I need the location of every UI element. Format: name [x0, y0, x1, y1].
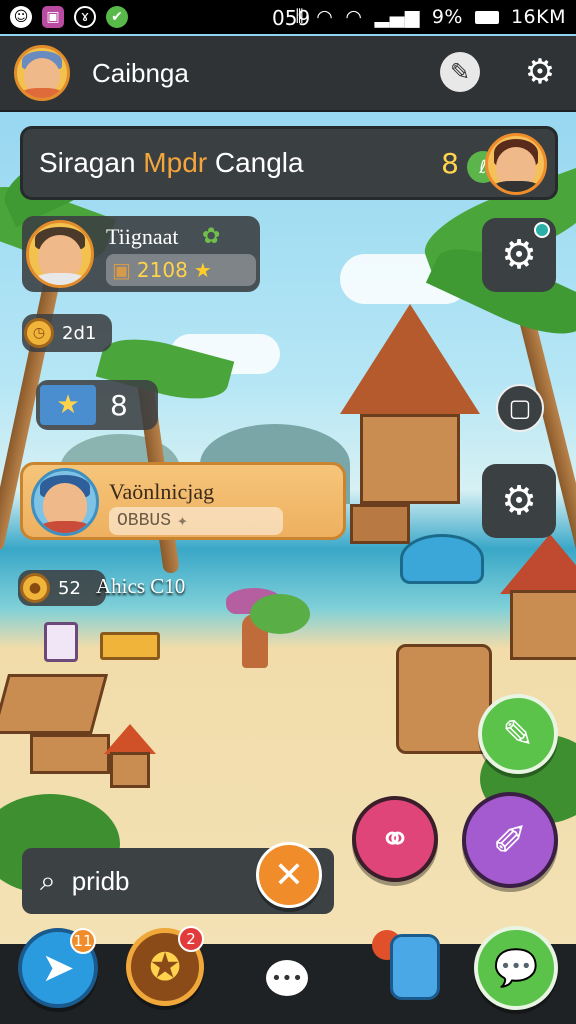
close-icon: ✕ [273, 854, 305, 896]
quest-giver-avatar[interactable] [485, 133, 547, 195]
friend-avatar [31, 468, 99, 536]
notification-dot [534, 222, 550, 238]
hut-roof [340, 304, 480, 414]
nav-robot-button[interactable] [372, 926, 448, 1006]
search-input[interactable]: pridb [72, 866, 130, 897]
status-time: 059 [272, 6, 311, 30]
hut [510, 590, 576, 660]
top-app-bar: Caibnga ✎ ⚙ [0, 36, 576, 112]
coins-chip[interactable]: ● 52 [18, 570, 106, 606]
status-bar: ☺ ▣ ɤ ✔ 059 ⦀ ◠ ◠ ▂▄▆ 9% 16KM [0, 0, 576, 34]
settings-button-secondary[interactable]: ⚙ [482, 464, 556, 538]
app-icon: ▣ [42, 6, 64, 28]
player-name: Tiignaat [106, 224, 179, 249]
friend-name: Vaönlnicjag [109, 479, 215, 504]
map-star-icon: ★ [40, 385, 96, 425]
bone-icon: ⚭ [379, 817, 411, 861]
map-icon: ▢ [508, 394, 532, 422]
star-icon: ★ [193, 258, 212, 282]
player-stats: ▣ 2108 ★ [106, 254, 256, 286]
leaf-icon: ✦ [177, 512, 188, 532]
wifi-secondary-icon: ◠ [345, 6, 363, 28]
hut-roof [500, 534, 576, 594]
signal-icon: ▂▄▆ [374, 6, 420, 28]
gear-icon: ⚙ [501, 232, 537, 278]
small-shelter [110, 752, 150, 788]
nav-messages-button[interactable]: 💬 [474, 926, 558, 1010]
friend-card[interactable]: Vaönlnicjag OBBUS ✦ [20, 462, 346, 540]
hut [360, 414, 460, 504]
battery-icon [474, 10, 499, 24]
nav-chat-button[interactable]: ••• [266, 960, 308, 996]
feather-icon[interactable]: ✎ [440, 52, 480, 92]
timer-value: 2d1 [62, 322, 97, 344]
edit-button[interactable]: ✎ [478, 694, 558, 774]
coins-label: Ahics C10 [96, 574, 186, 598]
data-usage: 16KM [510, 6, 566, 28]
coins-value: 52 [58, 577, 81, 599]
nav-play-badge: 11 [70, 928, 96, 954]
player-card[interactable]: Tiignaat ✿ ▣ 2108 ★ [22, 216, 260, 292]
coin-icon: ● [20, 573, 50, 603]
profile-avatar[interactable] [14, 45, 70, 101]
scroll-item-icon[interactable] [44, 622, 78, 662]
beach-chair [0, 674, 109, 734]
quill-icon: ✐ [492, 815, 528, 865]
robot-icon [390, 934, 440, 1000]
wifi-icon: ◠ [316, 6, 334, 28]
item-count: 8 [110, 388, 128, 422]
friend-subtitle: OBBUS ✦ [109, 507, 283, 535]
player-avatar [26, 220, 94, 288]
quest-banner[interactable]: Siragan Mpdr Cangla 8 ℓ [20, 126, 558, 200]
small-shelter-roof [104, 724, 156, 754]
basket-icon: ▣ [112, 258, 131, 282]
clock-icon: ɤ [74, 6, 96, 28]
page-title: Caibnga [92, 57, 189, 88]
clock-coin-icon: ◷ [24, 318, 54, 348]
player-score: 2108 [136, 258, 188, 282]
leaf-icon: ✔ [106, 6, 128, 28]
inventory-chip[interactable]: ★ 8 [36, 380, 158, 430]
fence-item-icon[interactable] [100, 632, 160, 660]
plant-icon: ✿ [202, 224, 221, 249]
quest-count: 8 [441, 146, 459, 180]
hut-stairs [350, 504, 410, 544]
pencil-icon: ✎ [502, 712, 534, 756]
nav-quests-badge: 2 [178, 926, 204, 952]
settings-gear-icon[interactable]: ⚙ [518, 50, 562, 94]
map-button[interactable]: ▢ [496, 384, 544, 432]
clear-search-button[interactable]: ✕ [256, 842, 322, 908]
craft-button[interactable]: ✐ [462, 792, 558, 888]
play-icon: ➤ [41, 945, 75, 991]
gear-icon: ⚙ [501, 478, 537, 524]
quest-title: Siragan Mpdr Cangla [39, 147, 304, 178]
umbrella [400, 534, 484, 584]
star-badge-icon: ✪ [149, 945, 181, 989]
search-icon: ⌕ [40, 864, 56, 897]
build-button[interactable]: ⚭ [352, 796, 438, 882]
bush [250, 594, 310, 634]
face-icon: ☺ [10, 6, 32, 28]
speech-bubble-icon: 💬 [493, 948, 539, 989]
beach-table [30, 734, 110, 774]
settings-button[interactable]: ⚙ [482, 218, 556, 292]
chat-icon: ••• [271, 967, 303, 989]
timer-chip[interactable]: ◷ 2d1 [22, 314, 112, 352]
battery-percent: 9% [431, 6, 463, 28]
